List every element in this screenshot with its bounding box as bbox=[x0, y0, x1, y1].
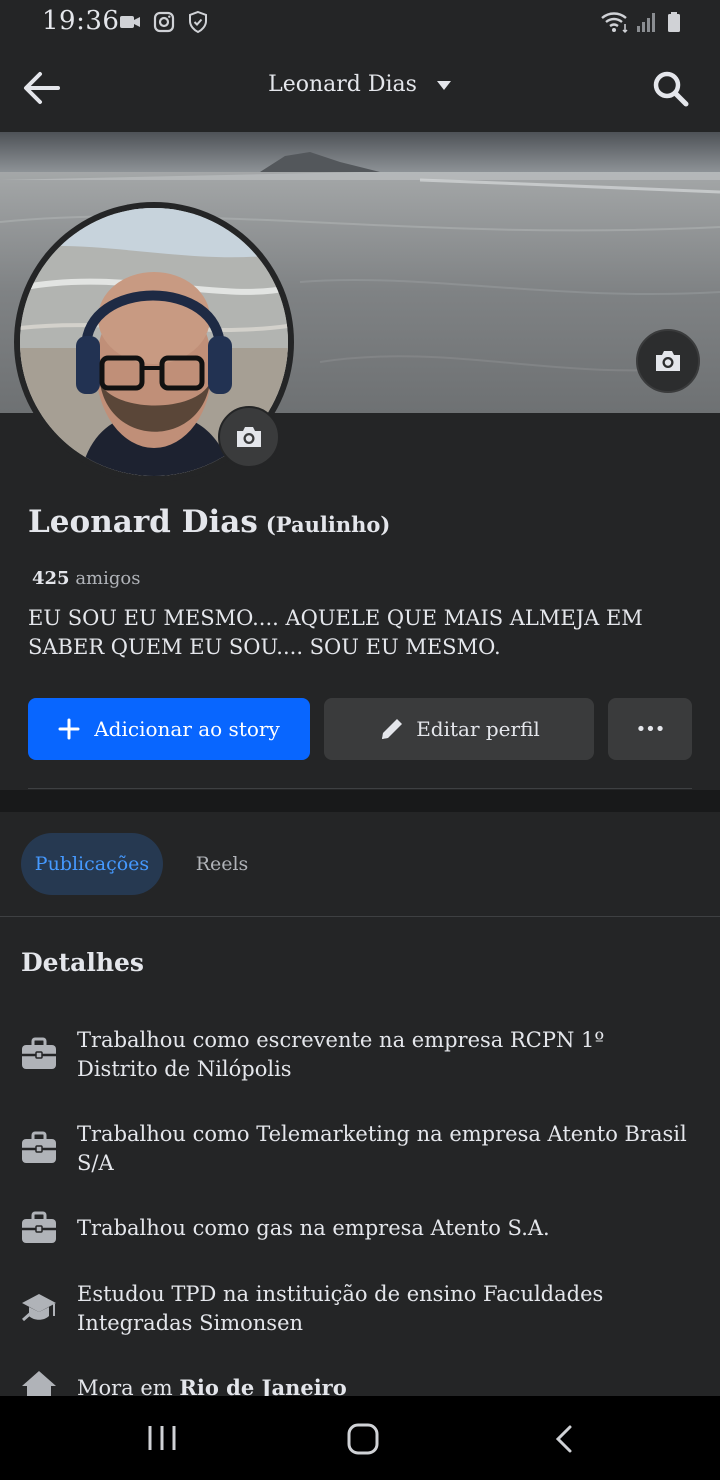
briefcase-icon bbox=[22, 1131, 56, 1163]
profile-full-name: Leonard Dias bbox=[28, 504, 258, 540]
detail-work-1: Trabalhou como escrevente na empresa RCP… bbox=[77, 1028, 605, 1081]
details-title: Detalhes bbox=[21, 948, 144, 977]
more-icon: ••• bbox=[635, 718, 666, 740]
top-bar: Leonard Dias bbox=[0, 44, 720, 132]
profile-bio: EU SOU EU MESMO.... AQUELE QUE MAIS ALME… bbox=[28, 606, 643, 659]
pencil-icon bbox=[382, 719, 403, 739]
briefcase-icon bbox=[22, 1037, 56, 1069]
system-navigation-bar bbox=[0, 1396, 720, 1480]
home-button-icon[interactable] bbox=[346, 1422, 380, 1456]
signal-icon bbox=[637, 13, 655, 32]
battery-icon bbox=[668, 12, 680, 32]
add-to-story-button[interactable]: Adicionar ao story bbox=[28, 698, 310, 760]
edit-profile-button[interactable]: Editar perfil bbox=[324, 698, 594, 760]
tab-reels[interactable]: Reels bbox=[176, 833, 268, 895]
profile-name: Leonard Dias (Paulinho) bbox=[28, 504, 390, 540]
change-profile-photo-button[interactable] bbox=[218, 406, 280, 468]
recent-apps-icon[interactable] bbox=[146, 1424, 178, 1452]
chevron-down-icon bbox=[436, 81, 451, 90]
wifi-icon bbox=[601, 12, 628, 34]
graduation-cap-icon bbox=[22, 1294, 56, 1322]
status-bar: 19:36 bbox=[0, 0, 720, 44]
plus-icon bbox=[58, 718, 80, 740]
camera-icon bbox=[237, 427, 261, 447]
tab-reels-label: Reels bbox=[195, 853, 249, 875]
divider bbox=[28, 788, 692, 789]
header-title: Leonard Dias bbox=[268, 72, 417, 97]
edit-profile-label: Editar perfil bbox=[416, 717, 540, 741]
detail-education: Estudou TPD na instituição de ensino Fac… bbox=[77, 1282, 604, 1335]
section-separator bbox=[0, 790, 720, 812]
briefcase-icon bbox=[22, 1211, 56, 1243]
profile-nickname: (Paulinho) bbox=[265, 512, 391, 537]
friends-label: amigos bbox=[75, 568, 141, 589]
friends-number: 425 bbox=[32, 568, 70, 589]
more-options-button[interactable]: ••• bbox=[608, 698, 692, 760]
shield-icon bbox=[189, 10, 207, 34]
video-call-icon bbox=[120, 16, 140, 28]
change-cover-photo-button[interactable] bbox=[636, 329, 700, 393]
friends-count[interactable]: 425 amigos bbox=[32, 568, 140, 589]
instagram-icon bbox=[153, 11, 175, 33]
camera-icon bbox=[656, 351, 680, 371]
detail-work-3: Trabalhou como gas na empresa Atento S.A… bbox=[77, 1216, 550, 1240]
tab-publicacoes[interactable]: Publicações bbox=[21, 833, 163, 895]
header-title-dropdown[interactable]: Leonard Dias bbox=[0, 72, 720, 97]
detail-work-2: Trabalhou como Telemarketing na empresa … bbox=[77, 1122, 687, 1175]
add-to-story-label: Adicionar ao story bbox=[94, 717, 280, 741]
tab-publicacoes-label: Publicações bbox=[34, 853, 150, 875]
tabs-divider bbox=[0, 916, 720, 917]
search-icon[interactable] bbox=[652, 70, 690, 108]
status-time: 19:36 bbox=[42, 6, 120, 36]
back-nav-icon[interactable] bbox=[552, 1424, 576, 1454]
